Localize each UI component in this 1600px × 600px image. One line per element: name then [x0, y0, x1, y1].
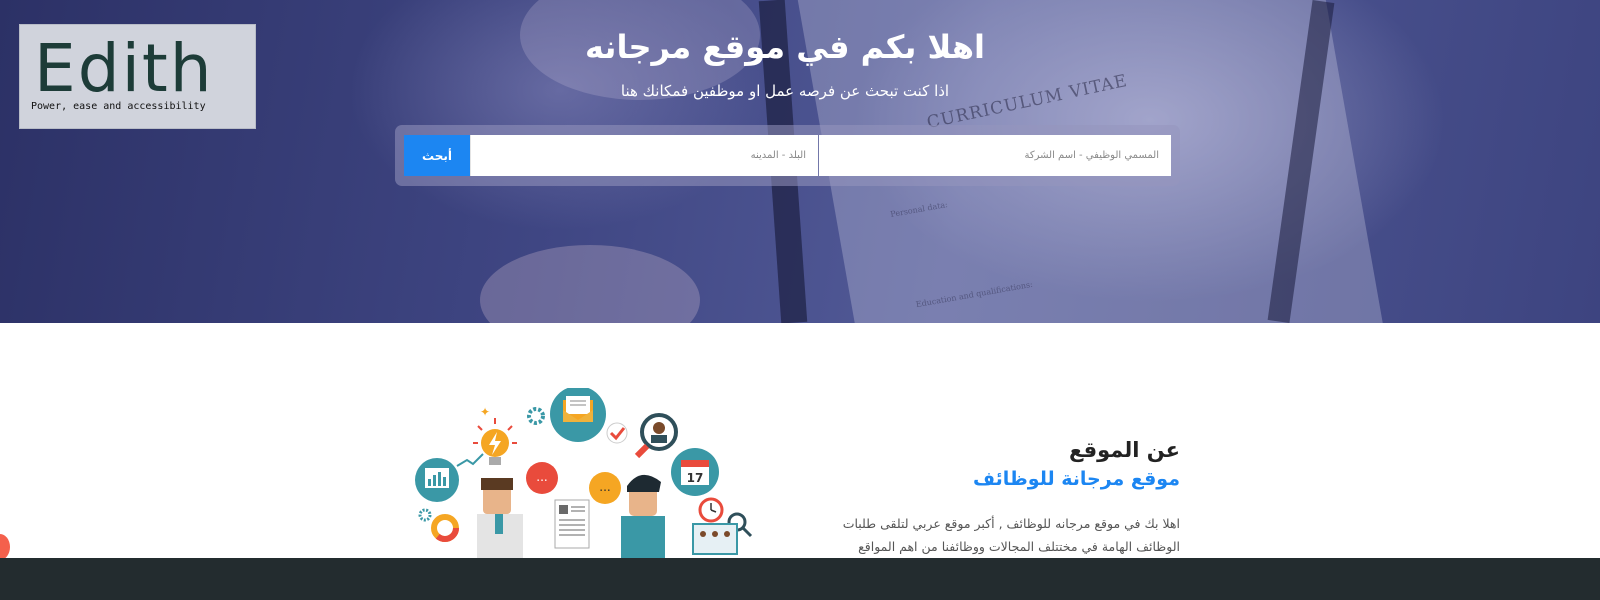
envelope-icon — [550, 388, 606, 442]
site-logo[interactable]: Edith Power, ease and accessibility — [19, 24, 256, 129]
hero-subtitle: اذا كنت تبحث عن فرصه عمل او موظفين فمكان… — [620, 82, 950, 100]
about-subheading: موقع مرجانة للوظائف — [973, 468, 1180, 490]
man-left-figure — [477, 478, 523, 558]
chat-bubble-icon: ... ... — [526, 462, 621, 504]
logo-tagline: Power, ease and accessibility — [31, 101, 206, 112]
resume-icon — [554, 499, 590, 549]
job-title-input[interactable] — [819, 135, 1171, 176]
user-search-icon — [634, 413, 678, 459]
man-right-figure — [621, 474, 665, 558]
chat-dots-1: ... — [536, 470, 547, 484]
bar-chart-icon — [415, 458, 459, 502]
donut-chart-icon — [431, 514, 459, 542]
logo-name: Edith — [34, 30, 214, 107]
footer-bar — [0, 558, 1600, 600]
scroll-indicator-dot[interactable] — [0, 534, 10, 560]
calendar-day: 17 — [687, 471, 704, 485]
calendar-icon: 17 — [671, 448, 719, 496]
job-search-form: أبحث — [395, 125, 1180, 186]
chat-dots-2: ... — [599, 480, 610, 494]
city-input[interactable] — [470, 135, 818, 176]
hero-title: اهلا بكم في موقع مرجانه — [585, 28, 985, 66]
svg-text:✦: ✦ — [480, 405, 490, 419]
about-description: اهلا بك في موقع مرجانه للوظائف , أكبر مو… — [842, 516, 1180, 554]
clock-icon — [698, 497, 724, 523]
about-heading: عن الموقع — [1069, 438, 1180, 462]
jobs-illustration: ✦ ... ... 17 — [415, 388, 753, 558]
checkmark-icon — [606, 422, 628, 444]
search-button[interactable]: أبحث — [404, 135, 470, 176]
